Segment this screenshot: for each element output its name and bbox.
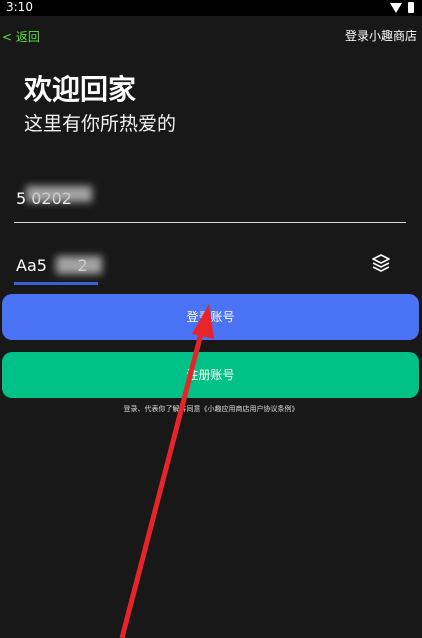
battery-icon — [408, 2, 414, 13]
register-button[interactable]: 注册账号 — [2, 352, 419, 398]
status-bar: 3:10 — [0, 0, 422, 16]
layers-icon[interactable] — [370, 252, 392, 274]
welcome-subtitle: 这里有你所热爱的 — [24, 113, 177, 135]
password-underline — [14, 282, 98, 285]
redaction-blur — [56, 256, 102, 274]
redaction-blur — [26, 186, 92, 202]
login-button[interactable]: 登录账号 — [2, 294, 419, 340]
system-icons — [390, 2, 414, 13]
page-title: 登录小趣商店 — [344, 29, 417, 43]
agreement-text: 登录、代表你了解并同意《小趣应用商店用户协议条例》 — [123, 405, 299, 413]
account-underline — [14, 222, 406, 223]
welcome-heading: 欢迎回家 — [24, 73, 137, 106]
status-time: 3:10 — [6, 0, 33, 14]
wifi-icon — [390, 2, 402, 13]
back-button[interactable]: < 返回 — [2, 30, 40, 44]
